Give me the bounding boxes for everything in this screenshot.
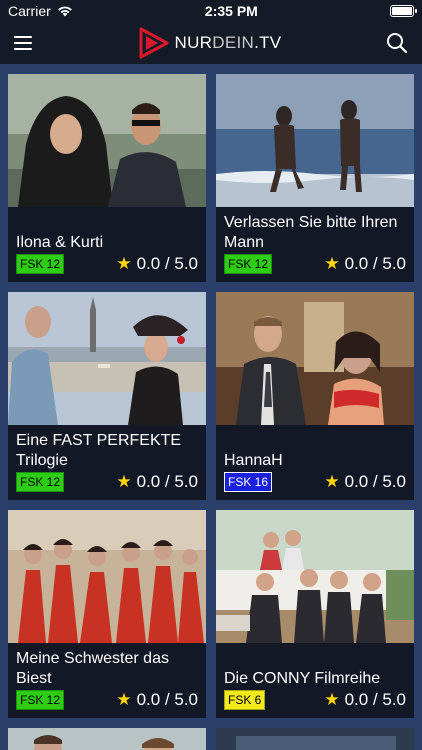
rating-value: 0.0 / 5.0 bbox=[344, 472, 406, 491]
movie-thumbnail bbox=[8, 292, 206, 425]
rating-value: 0.0 / 5.0 bbox=[344, 690, 406, 709]
card-bottom: FSK 16 ★ 0.0 / 5.0 bbox=[224, 472, 406, 492]
movie-title: Ilona & Kurti bbox=[16, 234, 104, 251]
star-icon: ★ bbox=[324, 254, 340, 273]
rating: ★ 0.0 / 5.0 bbox=[324, 254, 406, 274]
movie-thumbnail bbox=[8, 510, 206, 643]
fsk-badge: FSK 12 bbox=[16, 254, 65, 274]
movie-card[interactable]: Eine FAST PERFEKTE Trilogie FSK 12 ★ 0.0… bbox=[8, 292, 206, 500]
card-info: Verlassen Sie bitte Ihren Mann FSK 12 ★ … bbox=[216, 207, 414, 282]
fsk-badge: FSK 12 bbox=[16, 472, 65, 492]
star-icon: ★ bbox=[116, 690, 132, 709]
rating: ★ 0.0 / 5.0 bbox=[116, 472, 198, 492]
rating-value: 0.0 / 5.0 bbox=[136, 254, 198, 273]
movie-thumbnail bbox=[8, 728, 206, 750]
card-bottom: FSK 12 ★ 0.0 / 5.0 bbox=[16, 690, 198, 710]
movie-title: Verlassen Sie bitte Ihren Mann bbox=[224, 214, 398, 251]
card-bottom: FSK 12 ★ 0.0 / 5.0 bbox=[16, 472, 198, 492]
status-left: Carrier bbox=[8, 3, 73, 19]
menu-icon[interactable] bbox=[14, 36, 32, 50]
rating: ★ 0.0 / 5.0 bbox=[324, 690, 406, 710]
rating-value: 0.0 / 5.0 bbox=[344, 254, 406, 273]
card-info: Eine FAST PERFEKTE Trilogie FSK 12 ★ 0.0… bbox=[8, 425, 206, 500]
rating-value: 0.0 / 5.0 bbox=[136, 472, 198, 491]
logo: NURDEIN.TV bbox=[137, 26, 282, 60]
movie-card[interactable]: HannaH FSK 16 ★ 0.0 / 5.0 bbox=[216, 292, 414, 500]
rating: ★ 0.0 / 5.0 bbox=[324, 472, 406, 492]
star-icon: ★ bbox=[324, 472, 340, 491]
movie-title: HannaH bbox=[224, 452, 283, 469]
movie-title: Meine Schwester das Biest bbox=[16, 650, 169, 687]
star-icon: ★ bbox=[324, 690, 340, 709]
search-icon[interactable] bbox=[386, 32, 408, 54]
card-info: HannaH FSK 16 ★ 0.0 / 5.0 bbox=[216, 425, 414, 500]
movie-card-partial[interactable] bbox=[8, 728, 206, 750]
card-info: Ilona & Kurti FSK 12 ★ 0.0 / 5.0 bbox=[8, 207, 206, 282]
card-info: Meine Schwester das Biest FSK 12 ★ 0.0 /… bbox=[8, 643, 206, 718]
movie-card[interactable]: Meine Schwester das Biest FSK 12 ★ 0.0 /… bbox=[8, 510, 206, 718]
fsk-badge: FSK 6 bbox=[224, 690, 266, 710]
fsk-badge: FSK 16 bbox=[224, 472, 273, 492]
fsk-badge: FSK 12 bbox=[224, 254, 273, 274]
rating: ★ 0.0 / 5.0 bbox=[116, 254, 198, 274]
status-time: 2:35 PM bbox=[204, 3, 258, 19]
card-info: Die CONNY Filmreihe FSK 6 ★ 0.0 / 5.0 bbox=[216, 643, 414, 718]
rating-value: 0.0 / 5.0 bbox=[136, 690, 198, 709]
movie-thumbnail bbox=[216, 510, 414, 643]
carrier-label: Carrier bbox=[8, 3, 51, 19]
movie-title: Eine FAST PERFEKTE Trilogie bbox=[16, 432, 182, 469]
movie-card[interactable]: Ilona & Kurti FSK 12 ★ 0.0 / 5.0 bbox=[8, 74, 206, 282]
movie-card[interactable]: Die CONNY Filmreihe FSK 6 ★ 0.0 / 5.0 bbox=[216, 510, 414, 718]
movie-title: Die CONNY Filmreihe bbox=[224, 670, 381, 687]
movie-card[interactable]: Verlassen Sie bitte Ihren Mann FSK 12 ★ … bbox=[216, 74, 414, 282]
card-bottom: FSK 12 ★ 0.0 / 5.0 bbox=[16, 254, 198, 274]
fsk-badge: FSK 12 bbox=[16, 690, 65, 710]
movie-card-partial[interactable] bbox=[216, 728, 414, 750]
movie-thumbnail bbox=[216, 74, 414, 207]
rating: ★ 0.0 / 5.0 bbox=[116, 690, 198, 710]
nav-bar: NURDEIN.TV bbox=[0, 22, 422, 66]
wifi-icon bbox=[57, 6, 72, 17]
star-icon: ★ bbox=[116, 254, 132, 273]
logo-text: NURDEIN.TV bbox=[174, 33, 282, 52]
card-bottom: FSK 6 ★ 0.0 / 5.0 bbox=[224, 690, 406, 710]
card-bottom: FSK 12 ★ 0.0 / 5.0 bbox=[224, 254, 406, 274]
movie-grid: Ilona & Kurti FSK 12 ★ 0.0 / 5.0 Verlass… bbox=[0, 66, 422, 750]
star-icon: ★ bbox=[116, 472, 132, 491]
battery-icon bbox=[389, 5, 417, 17]
movie-thumbnail bbox=[216, 292, 414, 425]
movie-thumbnail bbox=[8, 74, 206, 207]
status-bar: Carrier 2:35 PM bbox=[0, 0, 422, 22]
movie-thumbnail bbox=[216, 728, 414, 750]
play-logo-icon bbox=[139, 27, 169, 59]
